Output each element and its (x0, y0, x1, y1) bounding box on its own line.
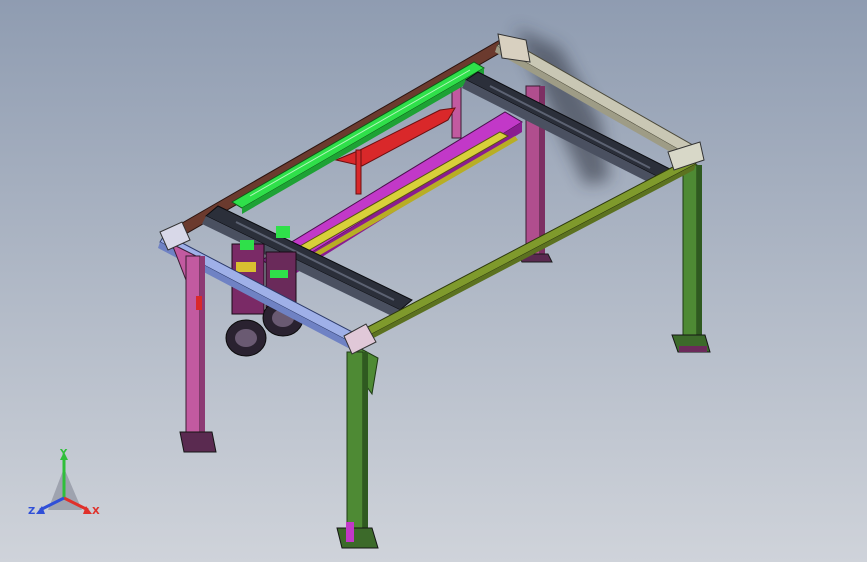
back-center-leg[interactable] (451, 85, 462, 139)
x-axis-label: X (92, 506, 100, 517)
back-right-leg[interactable] (671, 164, 711, 353)
gantry-model[interactable] (0, 0, 867, 562)
cad-viewport[interactable]: Y X Z (0, 0, 867, 562)
front-left-leg[interactable] (171, 242, 217, 453)
z-axis-label: Z (28, 506, 35, 517)
axis-triad: Y X Z (28, 448, 100, 517)
front-center-leg[interactable] (336, 343, 379, 549)
y-axis-label: Y (59, 448, 68, 459)
